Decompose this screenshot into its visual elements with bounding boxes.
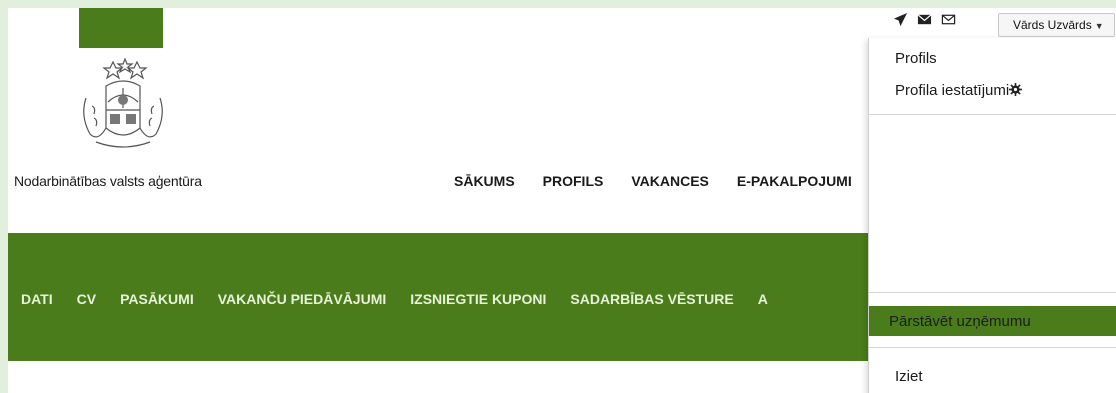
caret-down-icon: ▼ [1094,21,1104,31]
page: Nodarbinātības valsts aģentūra SĀKUMS PR… [8,8,1116,393]
user-name: Vārds Uzvārds [1013,18,1092,32]
menu-item-profila-iestatijumi-label: Profila iestatījumi [895,82,1010,99]
gear-icon [1009,83,1023,96]
menu-item-profils[interactable]: Profils [895,50,937,67]
user-dropdown-menu: Profils Profila iestatījumi Pārstāvēt uz… [868,38,1116,393]
envelope-filled-icon[interactable] [917,12,932,27]
envelope-outline-icon[interactable] [941,12,956,27]
sub-nav-vakancu-piedavajumi[interactable]: VAKANČU PIEDĀVĀJUMI [218,291,411,307]
header-icon-bar [893,12,956,27]
menu-item-parstavet-uznemumu[interactable]: Pārstāvēt uzņēmumu [889,313,1031,330]
top-nav-sakums[interactable]: SĀKUMS [454,173,543,189]
sub-nav-truncated-item[interactable]: A [758,291,792,307]
paper-plane-icon[interactable] [893,12,908,27]
sub-nav-izsniegtie-kuponi[interactable]: IZSNIEGTIE KUPONI [410,291,570,307]
coat-of-arms-icon[interactable] [78,58,168,154]
sub-nav-sadarbibas-vesture[interactable]: SADARBĪBAS VĒSTURE [570,291,757,307]
menu-divider [869,114,1116,115]
menu-divider [869,292,1116,293]
top-nav-e-pakalpojumi[interactable]: E-PAKALPOJUMI [737,173,880,189]
logo-green-bar [79,8,163,48]
sub-nav-dati[interactable]: DATI [21,291,77,307]
top-nav-profils[interactable]: PROFILS [543,173,632,189]
sub-nav-cv[interactable]: CV [77,291,120,307]
user-menu-button[interactable]: Vārds Uzvārds ▼ [998,13,1115,37]
menu-item-profila-iestatijumi[interactable]: Profila iestatījumi [895,82,1023,99]
top-nav-vakances[interactable]: VAKANCES [631,173,737,189]
sub-nav-pasakumi[interactable]: PASĀKUMI [120,291,218,307]
menu-item-iziet[interactable]: Iziet [895,368,923,385]
top-nav: SĀKUMS PROFILS VAKANCES E-PAKALPOJUMI [454,173,880,189]
agency-name: Nodarbinātības valsts aģentūra [14,173,202,189]
sub-nav: DATI CV PASĀKUMI VAKANČU PIEDĀVĀJUMI IZS… [21,291,792,307]
menu-divider [869,347,1116,348]
